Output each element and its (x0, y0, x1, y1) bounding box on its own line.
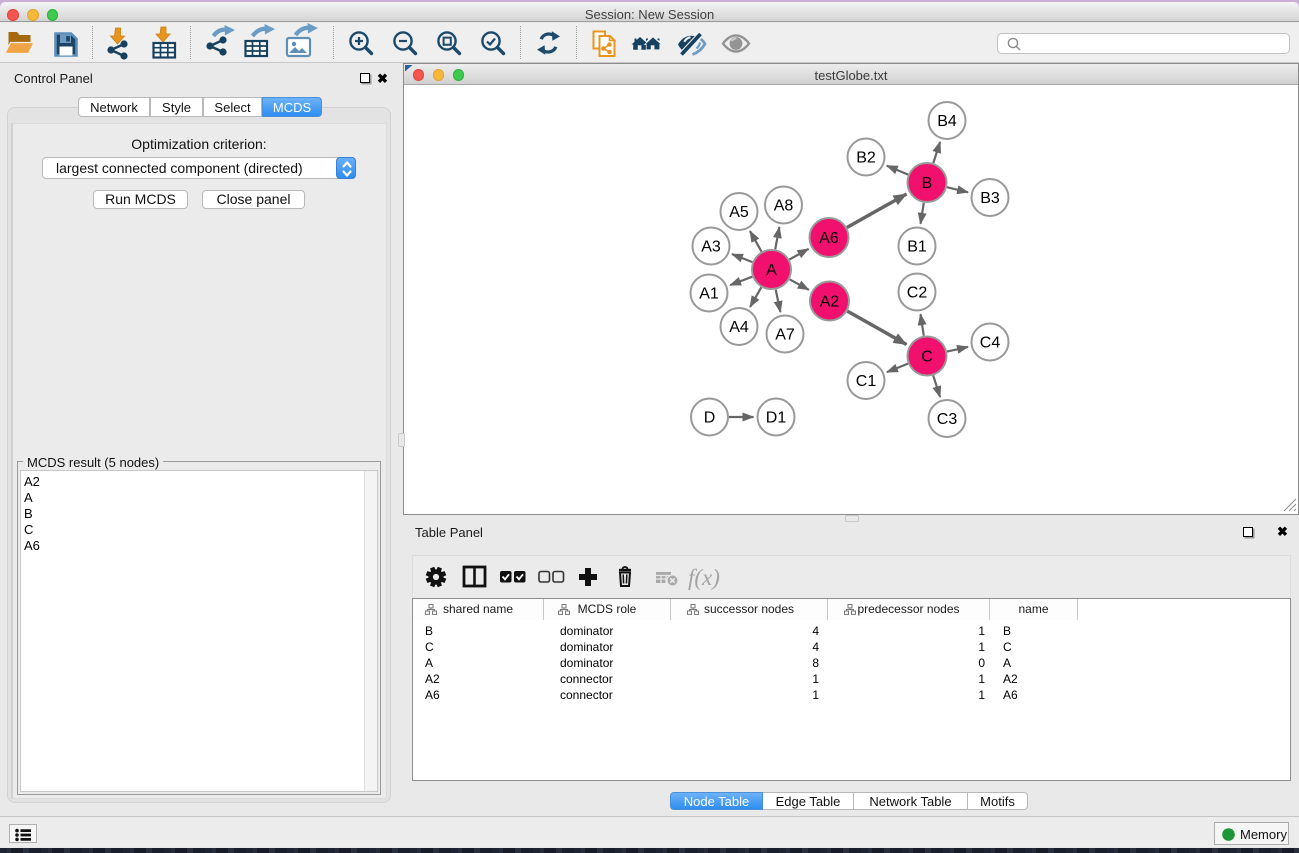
svg-text:A7: A7 (775, 327, 795, 344)
svg-text:C: C (921, 349, 933, 366)
svg-text:C1: C1 (856, 373, 877, 390)
svg-text:A6: A6 (819, 230, 839, 247)
svg-text:A3: A3 (701, 239, 721, 256)
svg-text:D1: D1 (766, 410, 787, 427)
svg-text:B1: B1 (907, 239, 927, 256)
svg-text:f(x): f(x) (688, 565, 720, 590)
svg-text:D: D (704, 410, 716, 427)
svg-text:B2: B2 (856, 150, 876, 167)
svg-text:A5: A5 (729, 204, 749, 221)
svg-text:B4: B4 (937, 113, 957, 130)
svg-text:A1: A1 (699, 286, 719, 303)
svg-text:C3: C3 (937, 411, 958, 428)
svg-text:A: A (766, 262, 777, 279)
svg-text:C2: C2 (907, 285, 928, 302)
svg-text:A4: A4 (729, 319, 749, 336)
svg-text:B3: B3 (980, 190, 1000, 207)
svg-text:B: B (922, 175, 933, 192)
svg-text:A2: A2 (820, 294, 840, 311)
svg-text:A8: A8 (774, 198, 794, 215)
svg-text:C4: C4 (980, 335, 1001, 352)
